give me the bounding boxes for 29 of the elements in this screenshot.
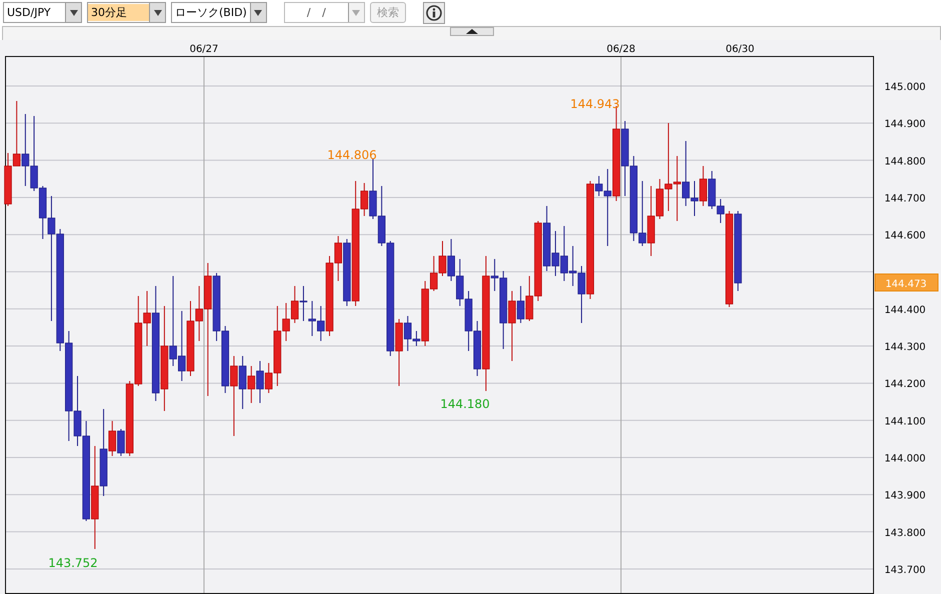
price-axis-label: 144.800 [884, 156, 926, 168]
price-axis-label: 144.600 [884, 230, 926, 242]
date-label: 06/30 [726, 44, 754, 55]
date-label: 06/28 [606, 44, 636, 55]
caret-icon [466, 29, 478, 34]
price-axis-label: 145.000 [884, 82, 926, 93]
price-axis-label: 144.000 [884, 454, 926, 464]
info-button[interactable] [422, 2, 445, 24]
price-axis-label: 143.900 [884, 490, 926, 502]
price-annotation: 144.806 [327, 148, 377, 162]
date-field[interactable]: / / [284, 2, 365, 23]
price-annotation: 144.943 [570, 97, 620, 111]
currency-select[interactable]: USD/JPY [3, 2, 82, 23]
price-annotation: 144.180 [440, 397, 490, 411]
current-price-tag: 144.473 [874, 274, 938, 292]
interval-select[interactable]: 30分足 [87, 2, 166, 23]
price-axis-label: 144.400 [884, 304, 926, 316]
price-axis-label: 144.700 [884, 193, 926, 204]
date-label: 06/27 [190, 44, 218, 55]
collapse-button[interactable] [450, 27, 494, 36]
price-axis-label: 144.900 [884, 119, 926, 130]
price-axis-label: 143.700 [884, 564, 926, 576]
price-axis-label: 144.200 [884, 379, 926, 390]
price-annotation: 143.752 [48, 556, 98, 570]
price-axis-label: 143.800 [884, 528, 926, 539]
chart-type-select[interactable]: ローソク(BID) [171, 2, 267, 23]
price-axis-label: 144.300 [884, 342, 926, 354]
price-axis-label: 144.100 [884, 416, 926, 428]
info-icon [426, 4, 442, 20]
